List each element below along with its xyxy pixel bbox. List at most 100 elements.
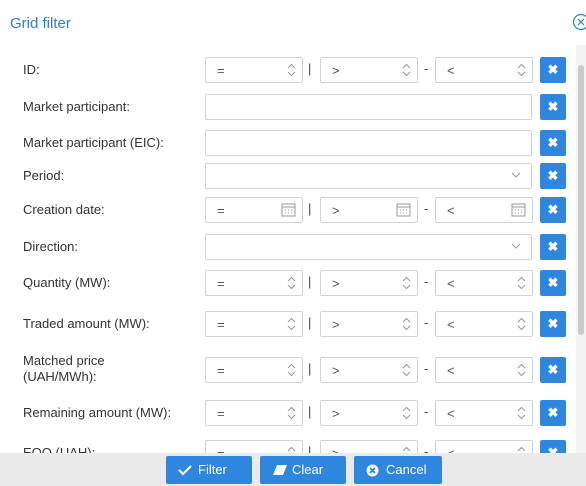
- id-lt-input[interactable]: <: [435, 57, 533, 83]
- eoo-lt-input[interactable]: <: [435, 440, 533, 453]
- quantity-lt-input[interactable]: <: [435, 270, 533, 296]
- traded-amount-gt-input[interactable]: >: [320, 311, 418, 337]
- creation-date-lt-input[interactable]: <: [435, 197, 533, 223]
- market-participant-eic-input[interactable]: [205, 130, 532, 156]
- traded-amount-lt-input[interactable]: <: [435, 311, 533, 337]
- gt-operator: >: [332, 317, 340, 332]
- spinner-icon[interactable]: [287, 363, 296, 377]
- clear-field-button[interactable]: ✖: [540, 311, 566, 337]
- spinner-icon[interactable]: [517, 363, 526, 377]
- matched-price-lt-input[interactable]: <: [435, 357, 533, 383]
- eoo-gt-input[interactable]: >: [320, 440, 418, 453]
- clear-field-button[interactable]: ✖: [540, 357, 566, 383]
- range-dash: -: [424, 274, 429, 289]
- market-participant-input[interactable]: [205, 94, 532, 120]
- clear-field-button[interactable]: ✖: [540, 270, 566, 296]
- clear-field-button[interactable]: ✖: [540, 440, 566, 453]
- id-eq-input[interactable]: =: [205, 57, 303, 83]
- matched-price-eq-input[interactable]: =: [205, 357, 303, 383]
- filter-row-matched-price: Matched price (UAH/MWh): = | > - < ✖: [0, 353, 576, 384]
- range-separator: |: [308, 201, 312, 216]
- clear-field-button[interactable]: ✖: [540, 130, 566, 156]
- field-label-market-participant: Market participant:: [23, 99, 130, 114]
- filter-row-direction: Direction: ✖: [0, 234, 576, 260]
- cancel-button-label: Cancel: [386, 462, 427, 477]
- creation-date-eq-input[interactable]: =: [205, 197, 303, 223]
- spinner-icon[interactable]: [517, 406, 526, 420]
- field-label-quantity: Quantity (MW):: [23, 275, 111, 290]
- lt-operator: <: [447, 276, 455, 291]
- clear-field-button[interactable]: ✖: [540, 234, 566, 260]
- spinner-icon[interactable]: [402, 317, 411, 331]
- range-dash: -: [424, 404, 429, 419]
- filter-button-label: Filter: [198, 462, 227, 477]
- traded-amount-eq-input[interactable]: =: [205, 311, 303, 337]
- lt-operator: <: [447, 446, 455, 453]
- spinner-icon[interactable]: [517, 317, 526, 331]
- chevron-down-icon: [511, 172, 521, 178]
- spinner-icon[interactable]: [402, 276, 411, 290]
- range-dash: -: [424, 61, 429, 76]
- clear-field-button[interactable]: ✖: [540, 197, 566, 223]
- field-label-remaining-amount: Remaining amount (MW):: [23, 405, 172, 420]
- field-label-direction: Direction:: [23, 239, 78, 254]
- lt-operator: <: [447, 203, 455, 218]
- eq-operator: =: [217, 317, 225, 332]
- clear-button[interactable]: Clear: [260, 456, 346, 484]
- remaining-amount-lt-input[interactable]: <: [435, 400, 533, 426]
- spinner-icon[interactable]: [517, 276, 526, 290]
- spinner-icon[interactable]: [517, 63, 526, 77]
- creation-date-gt-input[interactable]: >: [320, 197, 418, 223]
- clear-field-button[interactable]: ✖: [540, 163, 566, 189]
- calendar-icon[interactable]: [511, 202, 526, 217]
- filter-row-traded-amount: Traded amount (MW): = | > - < ✖: [0, 311, 576, 337]
- spinner-icon[interactable]: [287, 317, 296, 331]
- eq-operator: =: [217, 63, 225, 78]
- clear-field-button[interactable]: ✖: [540, 57, 566, 83]
- check-icon: [178, 465, 192, 476]
- lt-operator: <: [447, 63, 455, 78]
- scrollbar-thumb[interactable]: [578, 65, 584, 335]
- filter-button[interactable]: Filter: [166, 456, 252, 484]
- close-icon[interactable]: [572, 13, 586, 31]
- clear-field-button[interactable]: ✖: [540, 94, 566, 120]
- filter-row-id: ID: = | > - < ✖: [0, 57, 576, 83]
- range-dash: -: [424, 444, 429, 453]
- spinner-icon[interactable]: [402, 363, 411, 377]
- eq-operator: =: [217, 446, 225, 453]
- quantity-gt-input[interactable]: >: [320, 270, 418, 296]
- spinner-icon[interactable]: [287, 276, 296, 290]
- eq-operator: =: [217, 406, 225, 421]
- filter-row-period: Period: ✖: [0, 163, 576, 189]
- lt-operator: <: [447, 363, 455, 378]
- period-select[interactable]: [205, 163, 532, 189]
- range-separator: |: [308, 444, 312, 453]
- spinner-icon[interactable]: [402, 406, 411, 420]
- spinner-icon[interactable]: [402, 446, 411, 453]
- vertical-scrollbar[interactable]: [576, 45, 586, 453]
- cancel-button[interactable]: Cancel: [354, 456, 442, 484]
- remaining-amount-eq-input[interactable]: =: [205, 400, 303, 426]
- spinner-icon[interactable]: [287, 406, 296, 420]
- matched-price-gt-input[interactable]: >: [320, 357, 418, 383]
- field-label-matched-price: Matched price (UAH/MWh):: [23, 353, 105, 384]
- range-dash: -: [424, 361, 429, 376]
- spinner-icon[interactable]: [287, 63, 296, 77]
- calendar-icon[interactable]: [396, 202, 411, 217]
- spinner-icon[interactable]: [517, 446, 526, 453]
- remaining-amount-gt-input[interactable]: >: [320, 400, 418, 426]
- id-gt-input[interactable]: >: [320, 57, 418, 83]
- gt-operator: >: [332, 276, 340, 291]
- direction-select[interactable]: [205, 234, 532, 260]
- clear-field-button[interactable]: ✖: [540, 400, 566, 426]
- spinner-icon[interactable]: [402, 63, 411, 77]
- spinner-icon[interactable]: [287, 446, 296, 453]
- quantity-eq-input[interactable]: =: [205, 270, 303, 296]
- filter-row-market-participant: Market participant: ✖: [0, 94, 576, 120]
- range-separator: |: [308, 274, 312, 289]
- filter-row-market-participant-eic: Market participant (EIC): ✖: [0, 130, 576, 156]
- field-label-id: ID:: [23, 62, 40, 77]
- range-separator: |: [308, 315, 312, 330]
- calendar-icon[interactable]: [281, 202, 296, 217]
- eoo-eq-input[interactable]: =: [205, 440, 303, 453]
